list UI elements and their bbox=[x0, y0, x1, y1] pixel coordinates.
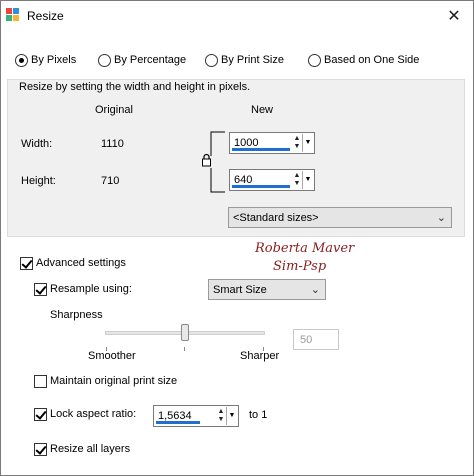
checkbox-box bbox=[34, 282, 47, 296]
sharpness-value: 50 bbox=[300, 334, 313, 346]
maintain-print-size-checkbox[interactable]: Maintain original print size bbox=[34, 374, 177, 388]
radio-label: By Print Size bbox=[221, 54, 284, 66]
radio-based-on-one-side[interactable]: Based on One Side bbox=[308, 53, 419, 67]
aspect-suffix: to 1 bbox=[249, 409, 268, 421]
standard-sizes-value: <Standard sizes> bbox=[233, 212, 319, 224]
lock-aspect-label: Lock aspect ratio: bbox=[50, 408, 137, 420]
advanced-settings-checkbox[interactable]: Advanced settings bbox=[20, 256, 126, 270]
checkbox-box bbox=[34, 442, 47, 456]
sharpness-label: Sharpness bbox=[50, 309, 103, 321]
new-header: New bbox=[251, 104, 274, 116]
checkbox-box bbox=[34, 374, 47, 388]
radio-by-percentage[interactable]: By Percentage bbox=[98, 53, 186, 67]
value-underline bbox=[156, 421, 200, 424]
radio-dot bbox=[15, 53, 28, 67]
dropdown-arrow-icon[interactable]: ▼ bbox=[302, 171, 313, 189]
spin-arrows-icon[interactable]: ▲ ▼ bbox=[292, 135, 302, 151]
radio-label: By Pixels bbox=[31, 54, 77, 66]
radio-label: By Percentage bbox=[114, 54, 187, 66]
standard-sizes-select[interactable]: <Standard sizes> ⌄ bbox=[228, 207, 452, 228]
chevron-down-icon: ⌄ bbox=[436, 212, 446, 224]
advanced-settings-label: Advanced settings bbox=[36, 257, 126, 269]
smoother-label: Smoother bbox=[88, 350, 136, 362]
maintain-print-size-label: Maintain original print size bbox=[50, 375, 178, 387]
close-icon[interactable]: ✕ bbox=[443, 5, 465, 27]
width-label: Width: bbox=[21, 138, 53, 150]
radio-dot bbox=[205, 53, 218, 67]
sharpness-slider-thumb[interactable] bbox=[181, 324, 189, 341]
width-original-value: 1110 bbox=[101, 138, 124, 150]
chevron-down-icon: ⌄ bbox=[310, 284, 320, 296]
resample-method-value: Smart Size bbox=[213, 284, 267, 296]
title-bar: Resize ✕ bbox=[1, 1, 473, 31]
resize-dialog: Resize ✕ By Pixels By Percentage By Prin… bbox=[0, 0, 474, 476]
group-caption: Resize by setting the width and height i… bbox=[19, 81, 251, 93]
spin-arrows-icon[interactable]: ▲ ▼ bbox=[292, 172, 302, 188]
aspect-ratio-spinbox[interactable]: 1,5634 ▲ ▼ ▼ bbox=[153, 405, 239, 427]
radio-by-pixels[interactable]: By Pixels bbox=[15, 53, 76, 67]
watermark-line1: Roberta Maver bbox=[255, 241, 355, 256]
radio-by-print-size[interactable]: By Print Size bbox=[205, 53, 284, 67]
paintshop-app-icon bbox=[6, 8, 19, 21]
window-title: Resize bbox=[27, 9, 64, 23]
checkbox-box bbox=[20, 256, 33, 270]
resample-method-select[interactable]: Smart Size ⌄ bbox=[208, 279, 326, 300]
dropdown-arrow-icon[interactable]: ▼ bbox=[302, 134, 313, 152]
slider-tick bbox=[184, 347, 185, 351]
height-new-spinbox[interactable]: 640 ▲ ▼ ▼ bbox=[229, 169, 315, 191]
radio-dot bbox=[98, 53, 111, 67]
watermark-line2: Sim-Psp bbox=[273, 259, 327, 274]
sharper-label: Sharper bbox=[240, 350, 280, 362]
resample-label: Resample using: bbox=[50, 283, 132, 295]
resize-all-layers-checkbox[interactable]: Resize all layers bbox=[34, 442, 130, 456]
value-underline bbox=[232, 185, 290, 188]
height-original-value: 710 bbox=[101, 175, 120, 187]
width-new-spinbox[interactable]: 1000 ▲ ▼ ▼ bbox=[229, 132, 315, 154]
value-underline bbox=[232, 148, 290, 151]
lock-icon[interactable] bbox=[201, 153, 212, 167]
lock-aspect-checkbox[interactable]: Lock aspect ratio: bbox=[34, 407, 136, 421]
radio-label: Based on One Side bbox=[324, 54, 420, 66]
original-header: Original bbox=[95, 104, 133, 116]
sharpness-value-field[interactable]: 50 bbox=[293, 329, 339, 350]
resize-all-layers-label: Resize all layers bbox=[50, 443, 131, 455]
resample-checkbox[interactable]: Resample using: bbox=[34, 282, 132, 296]
dropdown-arrow-icon[interactable]: ▼ bbox=[226, 407, 237, 425]
height-label: Height: bbox=[21, 175, 56, 187]
checkbox-box bbox=[34, 407, 47, 421]
spin-arrows-icon[interactable]: ▲ ▼ bbox=[216, 408, 226, 424]
radio-dot bbox=[308, 53, 321, 67]
